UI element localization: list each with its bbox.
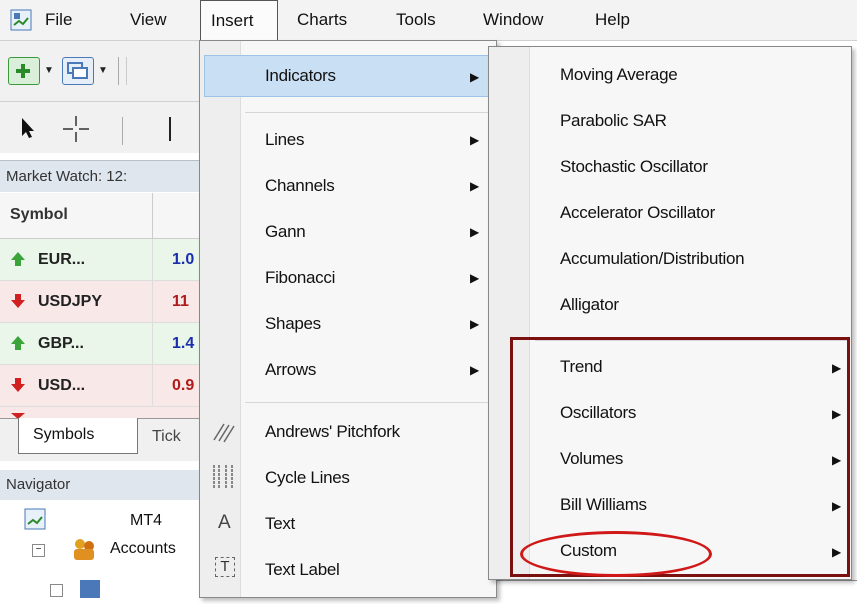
chart-area: [497, 580, 857, 604]
table-row[interactable]: USD... 0.9: [0, 365, 210, 407]
up-arrow-icon: [11, 252, 25, 266]
menu-item-arrows[interactable]: Arrows: [265, 360, 316, 380]
table-row[interactable]: USDJPY 11: [0, 281, 210, 323]
symbol-cell: GBP...: [38, 335, 84, 352]
up-arrow-icon: [11, 336, 25, 350]
table-row-partial: [0, 407, 210, 418]
submenu-arrow-icon: ▶: [470, 317, 480, 331]
menu-window[interactable]: Window: [483, 0, 543, 40]
tree-item-accounts[interactable]: Accounts: [110, 540, 176, 558]
toolbar-separator: [126, 57, 127, 85]
menu-item-fibonacci[interactable]: Fibonacci: [265, 268, 335, 288]
profiles-icon[interactable]: [62, 57, 94, 85]
submenu-arrow-icon: ▶: [470, 225, 480, 239]
menu-item-cycle-lines[interactable]: Cycle Lines: [265, 468, 350, 488]
market-watch-header: Symbol: [0, 193, 210, 239]
menu-item-channels[interactable]: Channels: [265, 176, 335, 196]
column-header-symbol[interactable]: Symbol: [10, 206, 68, 224]
pitchfork-icon: [213, 423, 235, 443]
menu-help[interactable]: Help: [595, 0, 630, 40]
menu-item-alligator[interactable]: Alligator: [560, 295, 619, 315]
dropdown-arrow-icon[interactable]: ▼: [98, 65, 108, 76]
bid-cell: 11: [172, 293, 189, 310]
table-row[interactable]: EUR... 1.0: [0, 239, 210, 281]
text-label-icon: T: [215, 557, 235, 577]
menu-item-text-label[interactable]: Text Label: [265, 560, 340, 580]
menu-bar: File View Insert Charts Tools Window Hel…: [0, 0, 857, 41]
menu-divider: [245, 112, 490, 113]
menu-charts[interactable]: Charts: [297, 0, 347, 40]
collapse-icon[interactable]: [50, 584, 63, 597]
navigator-title: Navigator: [0, 470, 210, 500]
menu-item-moving-average[interactable]: Moving Average: [560, 65, 678, 85]
symbol-cell: USDJPY: [38, 293, 103, 310]
cycle-lines-icon: [213, 465, 233, 489]
app-icon: [10, 9, 32, 31]
insert-menu: [199, 40, 497, 598]
menu-file[interactable]: File: [45, 0, 72, 40]
menu-item-lines[interactable]: Lines: [265, 130, 304, 150]
bid-cell: 0.9: [172, 377, 195, 394]
tab-tick[interactable]: Tick: [152, 428, 181, 446]
menu-view[interactable]: View: [130, 0, 167, 40]
toolbar-divider: [0, 101, 210, 102]
collapse-icon[interactable]: −: [32, 544, 45, 557]
cursor-icon[interactable]: [14, 115, 40, 141]
accounts-icon: [74, 539, 94, 560]
crosshair-icon[interactable]: [60, 113, 92, 145]
tree-item-mt4[interactable]: MT4: [130, 512, 162, 530]
market-watch-title: Market Watch: 12:: [0, 160, 210, 192]
menu-item-accumulation-distribution[interactable]: Accumulation/Distribution: [560, 249, 745, 269]
dropdown-arrow-icon[interactable]: ▼: [44, 65, 54, 76]
column-divider: [152, 193, 153, 238]
submenu-arrow-icon: ▶: [470, 179, 480, 193]
menu-item-stochastic-oscillator[interactable]: Stochastic Oscillator: [560, 157, 708, 177]
down-arrow-icon: [11, 378, 25, 392]
table-row[interactable]: GBP... 1.4: [0, 323, 210, 365]
tab-symbols[interactable]: Symbols: [18, 418, 138, 454]
navigator-tree: MT4 − Accounts: [0, 500, 210, 603]
account-icon: [80, 580, 100, 598]
menu-item-accelerator-oscillator[interactable]: Accelerator Oscillator: [560, 203, 715, 223]
menu-item-andrews-pitchfork[interactable]: Andrews' Pitchfork: [265, 422, 400, 442]
down-arrow-icon: [11, 294, 25, 308]
menu-divider: [245, 402, 490, 403]
toolbar: ▼ ▼: [0, 41, 210, 153]
menu-item-text[interactable]: Text: [265, 514, 295, 534]
new-chart-icon[interactable]: [8, 57, 40, 85]
annotation-highlight-ellipse: [520, 531, 712, 577]
text-icon: A: [218, 512, 231, 533]
bid-cell: 1.0: [172, 251, 195, 268]
menu-item-indicators-highlight[interactable]: [204, 55, 490, 97]
submenu-arrow-icon: ▶: [470, 363, 480, 377]
symbol-cell: USD...: [38, 377, 86, 394]
submenu-arrow-icon: ▶: [470, 271, 480, 285]
menu-insert[interactable]: Insert: [200, 0, 278, 40]
submenu-arrow-icon: ▶: [470, 133, 480, 147]
bid-cell: 1.4: [172, 335, 195, 352]
menu-item-shapes[interactable]: Shapes: [265, 314, 321, 334]
submenu-arrow-icon: ▶: [470, 70, 480, 84]
market-watch-tabs: Symbols Tick: [0, 418, 210, 461]
terminal-icon: [24, 508, 46, 530]
menu-item-parabolic-sar[interactable]: Parabolic SAR: [560, 111, 667, 131]
menu-tools[interactable]: Tools: [396, 0, 436, 40]
symbol-cell: EUR...: [38, 251, 86, 268]
vertical-line-icon[interactable]: [160, 115, 180, 143]
toolbar-separator: [122, 117, 123, 145]
toolbar-separator: [118, 57, 119, 85]
menu-item-indicators[interactable]: Indicators: [265, 66, 336, 86]
menu-item-gann[interactable]: Gann: [265, 222, 306, 242]
